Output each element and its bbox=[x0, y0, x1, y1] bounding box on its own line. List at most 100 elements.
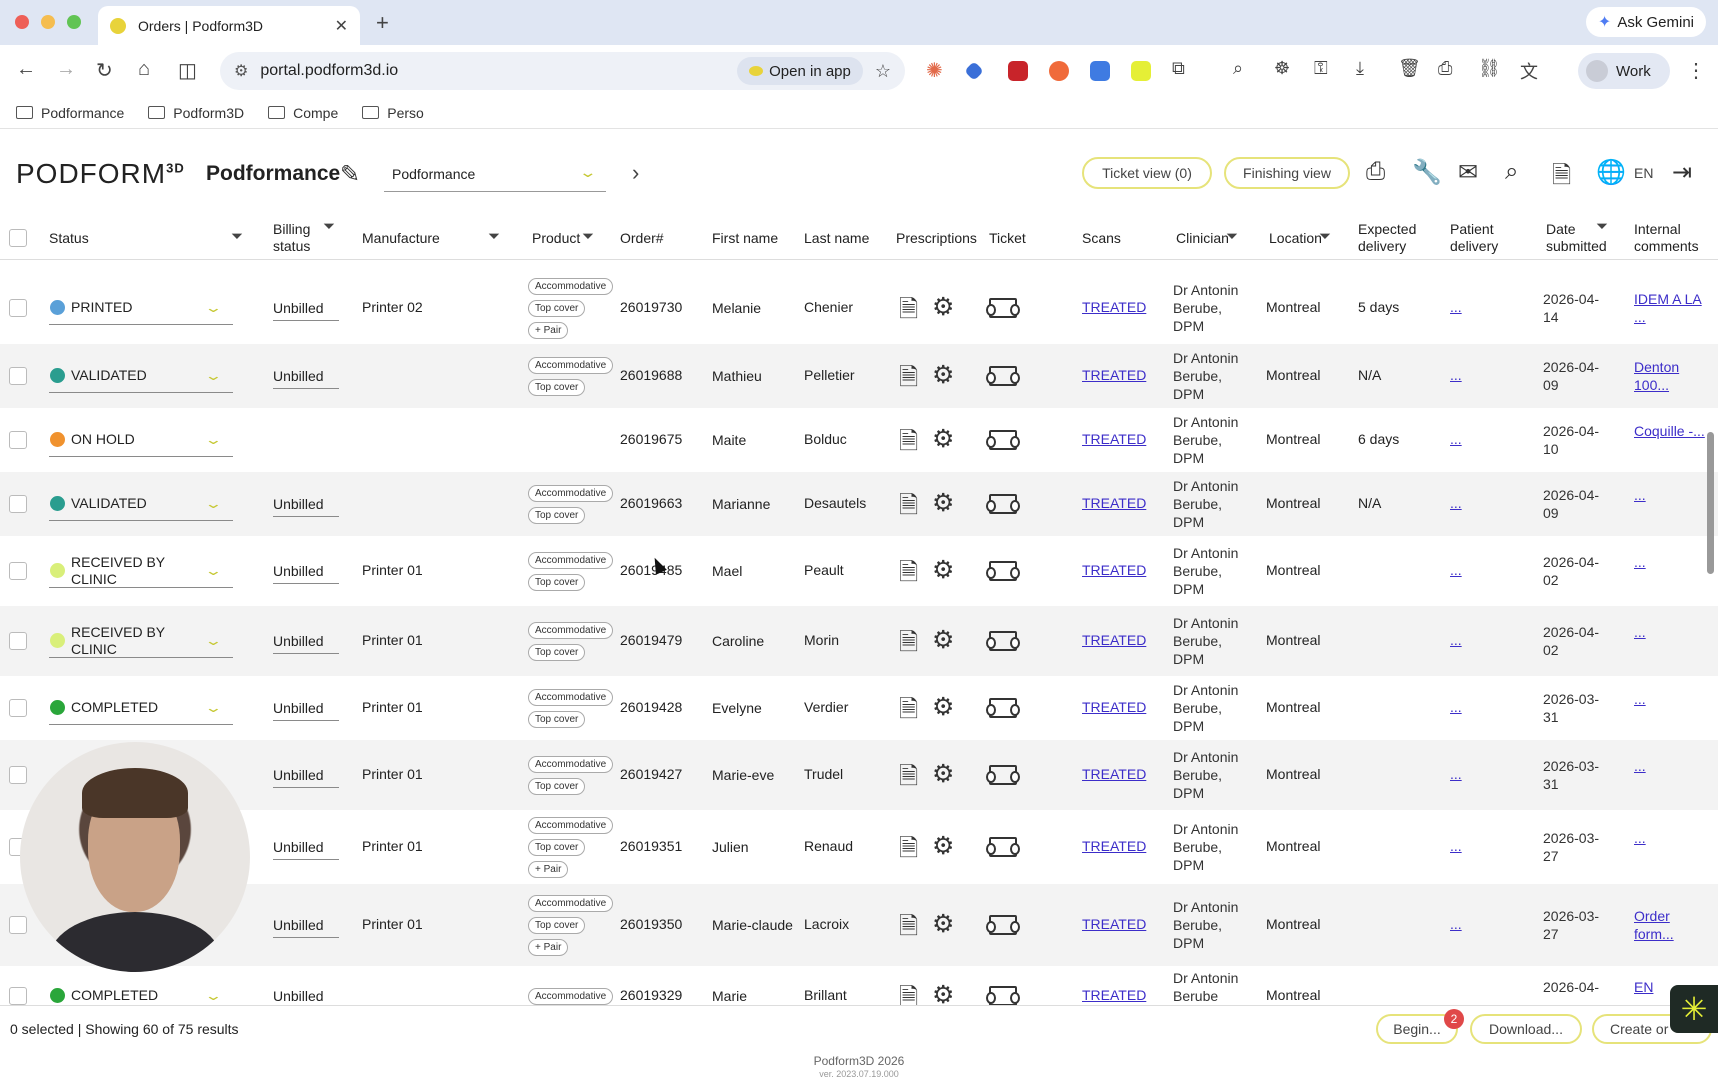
patient-delivery-link[interactable]: ... bbox=[1450, 431, 1462, 447]
gear-icon[interactable]: ⚙ bbox=[932, 555, 954, 585]
prescription-document-icon[interactable]: 🗎 bbox=[899, 555, 918, 596]
bookmark-podform3d[interactable]: Podform3D bbox=[148, 105, 244, 121]
ticket-view-button[interactable]: Ticket view (0) bbox=[1082, 157, 1212, 189]
status-select[interactable]: RECEIVED BY CLINIC ⌄ bbox=[49, 624, 233, 658]
bookmark-perso[interactable]: Perso bbox=[362, 105, 424, 121]
prescription-document-icon[interactable]: 🗎 bbox=[899, 909, 918, 950]
row-checkbox[interactable] bbox=[9, 431, 27, 449]
back-arrow-icon[interactable]: ← bbox=[16, 58, 36, 81]
chevron-right-icon[interactable]: › bbox=[632, 160, 639, 186]
browser-menu-icon[interactable]: ⋮ bbox=[1686, 58, 1706, 83]
status-select[interactable]: COMPLETED ⌄ bbox=[49, 691, 233, 725]
billing-status-select[interactable]: Unbilled bbox=[273, 762, 339, 788]
address-bar[interactable]: ⚙ portal.podform3d.io Open in app ☆ bbox=[220, 52, 905, 90]
gear-icon[interactable]: ⚙ bbox=[932, 831, 954, 861]
scans-link[interactable]: TREATED bbox=[1082, 632, 1146, 648]
maximize-window-button[interactable] bbox=[67, 15, 81, 29]
finishing-view-button[interactable]: Finishing view bbox=[1224, 157, 1350, 189]
prescription-document-icon[interactable]: 🗎 bbox=[899, 759, 918, 800]
column-expected-delivery[interactable]: Expected delivery bbox=[1358, 216, 1428, 260]
extension-asterisk-icon[interactable]: ✺ bbox=[926, 58, 946, 82]
column-location[interactable]: Location bbox=[1269, 216, 1322, 260]
patient-delivery-link[interactable]: ... bbox=[1450, 838, 1462, 854]
table-row[interactable]: Unbilled Printer 01 Accommodative Top cover… bbox=[0, 740, 1718, 810]
prescription-document-icon[interactable]: 🗎 bbox=[899, 424, 918, 465]
forward-arrow-icon[interactable]: → bbox=[56, 58, 76, 81]
reload-icon[interactable]: ↻ bbox=[96, 58, 113, 83]
table-row[interactable]: RECEIVED BY CLINIC ⌄ Unbilled Printer 01 Ac… bbox=[0, 606, 1718, 676]
patient-delivery-link[interactable]: ... bbox=[1450, 766, 1462, 782]
column-internal-comments[interactable]: Internal comments bbox=[1634, 216, 1710, 260]
billing-status-select[interactable]: Unbilled bbox=[273, 491, 339, 517]
prescription-document-icon[interactable]: 🗎 bbox=[899, 692, 918, 733]
clinician-filter-icon[interactable]: ⏷ bbox=[1226, 228, 1238, 245]
webcam-overlay[interactable] bbox=[20, 742, 250, 972]
ticket-icon[interactable] bbox=[986, 986, 1020, 1005]
prescription-document-icon[interactable]: 🗎 bbox=[899, 360, 918, 401]
ask-gemini-button[interactable]: ✦ Ask Gemini bbox=[1585, 7, 1706, 37]
close-window-button[interactable] bbox=[15, 15, 29, 29]
billing-status-select[interactable]: Unbilled bbox=[273, 628, 339, 654]
ticket-icon[interactable] bbox=[986, 698, 1020, 718]
column-first-name[interactable]: First name bbox=[712, 216, 778, 260]
column-prescriptions[interactable]: Prescriptions bbox=[896, 216, 977, 260]
column-product[interactable]: Product bbox=[532, 216, 580, 260]
row-checkbox[interactable] bbox=[9, 632, 27, 650]
table-row[interactable]: COMPLETED ⌄ Unbilled Printer 01 Accommodati… bbox=[0, 676, 1718, 740]
ticket-icon[interactable] bbox=[986, 915, 1020, 935]
assistant-sparkle-icon[interactable]: ✳ bbox=[1670, 985, 1718, 1033]
internal-comment-link[interactable]: ... bbox=[1634, 623, 1710, 641]
internal-comment-link[interactable]: Denton 100... bbox=[1634, 358, 1710, 394]
internal-comment-link[interactable]: ... bbox=[1634, 553, 1710, 571]
screen-capture-icon[interactable]: ⌕ bbox=[1233, 58, 1243, 79]
language-label[interactable]: EN bbox=[1634, 165, 1653, 181]
patient-delivery-link[interactable]: ... bbox=[1450, 299, 1462, 315]
row-checkbox[interactable] bbox=[9, 562, 27, 580]
location-filter-icon[interactable]: ⏷ bbox=[1319, 228, 1331, 245]
extension-sparkle-icon[interactable] bbox=[1131, 61, 1151, 81]
column-last-name[interactable]: Last name bbox=[804, 216, 869, 260]
table-row[interactable]: RECEIVED BY CLINIC ⌄ Unbilled Printer 01 Ac… bbox=[0, 536, 1718, 606]
billing-status-select[interactable]: Unbilled bbox=[273, 295, 339, 321]
download-button[interactable]: Download... bbox=[1470, 1014, 1582, 1044]
internal-comment-link[interactable]: ... bbox=[1634, 690, 1710, 708]
site-settings-icon[interactable]: ⚙ bbox=[234, 61, 248, 81]
row-checkbox[interactable] bbox=[9, 367, 27, 385]
patient-delivery-link[interactable]: ... bbox=[1450, 495, 1462, 511]
link-icon[interactable]: ⛓ bbox=[1478, 58, 1501, 79]
internal-comment-link[interactable]: IDEM A LA ... bbox=[1634, 290, 1710, 326]
browser-tab-active[interactable]: Orders | Podform3D ✕ bbox=[98, 6, 360, 45]
profile-button[interactable]: Work bbox=[1578, 53, 1670, 89]
ticket-icon[interactable] bbox=[986, 837, 1020, 857]
internal-comment-link[interactable]: ... bbox=[1634, 757, 1710, 775]
extension-gear-icon[interactable] bbox=[1090, 61, 1110, 81]
select-all-checkbox[interactable] bbox=[9, 229, 27, 247]
ticket-icon[interactable] bbox=[986, 561, 1020, 581]
status-filter-icon[interactable]: ⏷ bbox=[231, 228, 243, 245]
row-checkbox[interactable] bbox=[9, 699, 27, 717]
bookmark-star-icon[interactable]: ☆ bbox=[875, 61, 891, 82]
close-tab-icon[interactable]: ✕ bbox=[335, 16, 348, 36]
podform-logo[interactable]: PODFORM3D bbox=[16, 158, 185, 190]
status-select[interactable]: RECEIVED BY CLINIC ⌄ bbox=[49, 554, 233, 588]
prescription-document-icon[interactable]: 🗎 bbox=[899, 831, 918, 872]
gear-icon[interactable]: ⚙ bbox=[932, 692, 954, 722]
status-select[interactable]: PRINTED ⌄ bbox=[49, 291, 233, 325]
split-view-icon[interactable]: ◫ bbox=[178, 58, 197, 83]
document-icon[interactable]: 🗎 bbox=[1552, 158, 1571, 199]
scans-link[interactable]: TREATED bbox=[1082, 916, 1146, 932]
scans-link[interactable]: TREATED bbox=[1082, 987, 1146, 1003]
gear-icon[interactable]: ⚙ bbox=[932, 980, 954, 1005]
column-manufacture[interactable]: Manufacture bbox=[362, 216, 440, 260]
table-row[interactable]: PRINTED ⌄ Unbilled Printer 02 Accommodative… bbox=[0, 272, 1718, 344]
extension-pdf-icon[interactable] bbox=[1008, 61, 1028, 81]
table-row[interactable]: COMPLETED ⌄ Unbilled Accommodative 26019329… bbox=[0, 966, 1718, 1005]
edit-pencil-icon[interactable]: ✎ bbox=[340, 160, 360, 189]
wrench-icon[interactable]: 🔧 bbox=[1412, 158, 1442, 187]
scans-link[interactable]: TREATED bbox=[1082, 562, 1146, 578]
internal-comment-link[interactable]: ... bbox=[1634, 829, 1710, 847]
table-row[interactable]: VALIDATED ⌄ Unbilled Accommodative Top cove… bbox=[0, 344, 1718, 408]
gear-icon[interactable]: ⚙ bbox=[932, 759, 954, 789]
column-order-number[interactable]: Order# bbox=[620, 216, 664, 260]
password-key-icon[interactable]: ⚿ bbox=[1314, 58, 1328, 79]
